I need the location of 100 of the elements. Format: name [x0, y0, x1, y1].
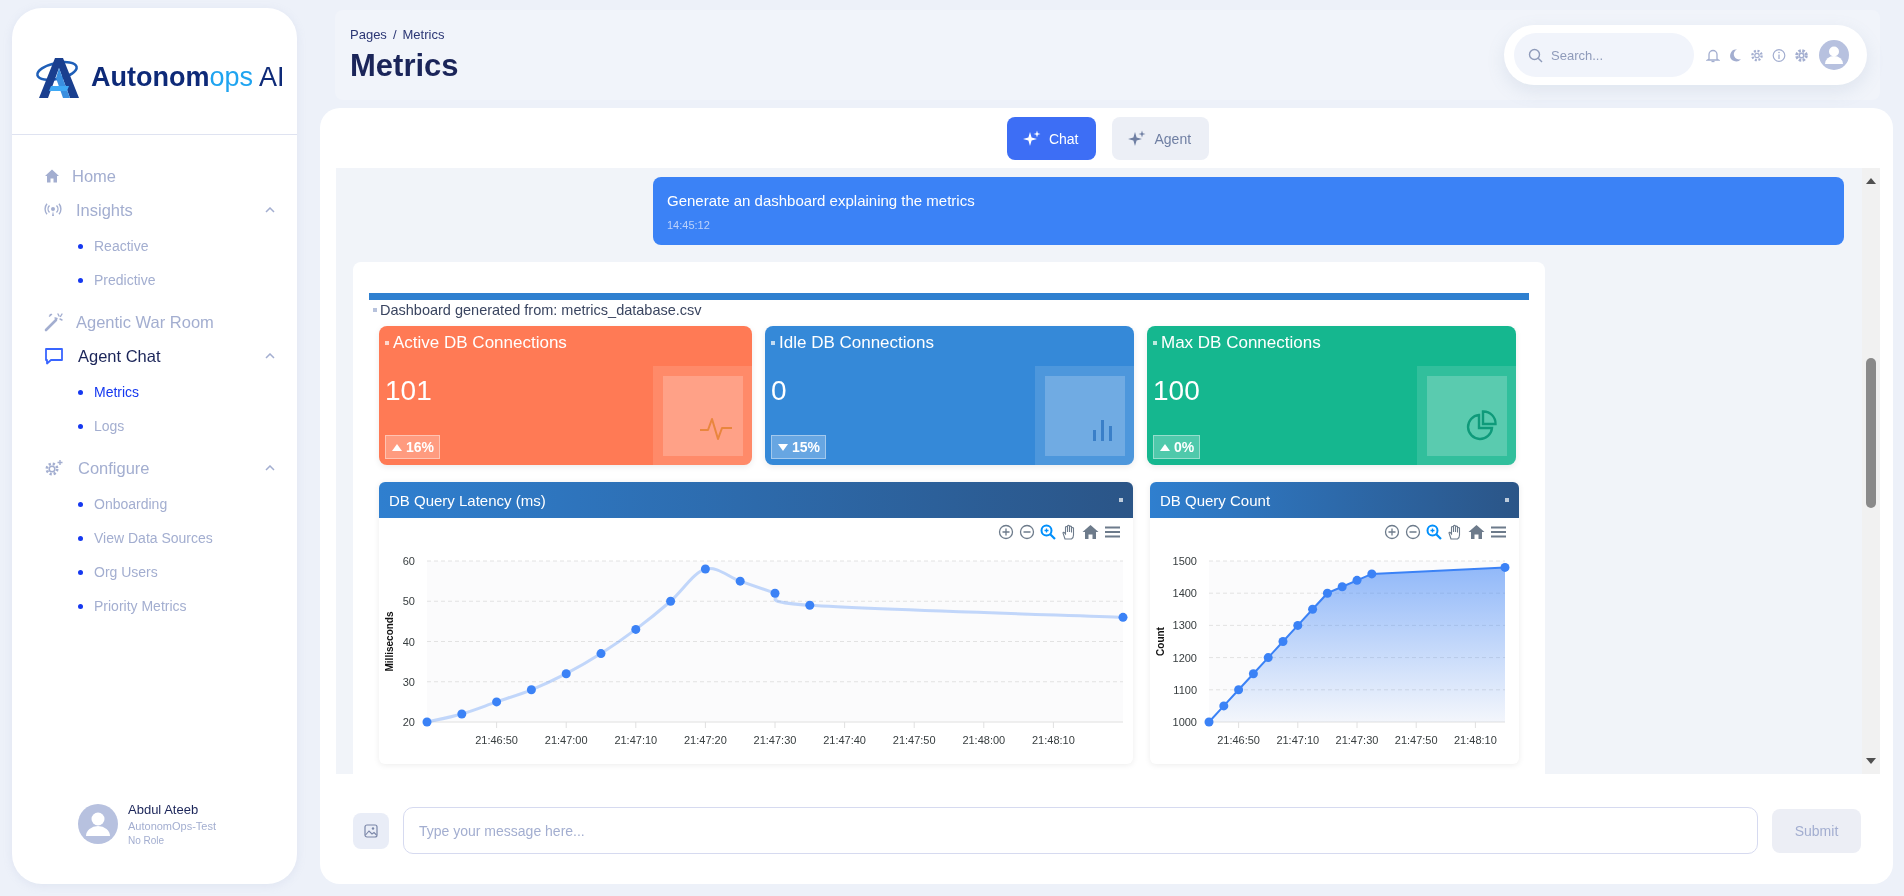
- axis-label: 21:47:10: [614, 734, 658, 746]
- menu-icon[interactable]: [1104, 524, 1121, 540]
- data-point: [1204, 717, 1214, 727]
- axis-title: Milliseconds: [384, 611, 395, 672]
- pulse-icon: [698, 415, 733, 442]
- hand-icon[interactable]: [1447, 524, 1463, 540]
- nav-item[interactable]: Insights: [44, 193, 277, 227]
- axis-label: 21:46:50: [1217, 734, 1260, 746]
- data-point: [770, 588, 780, 598]
- nav-item[interactable]: Home: [44, 159, 277, 193]
- axis-label: 1100: [1173, 683, 1197, 696]
- bullet-icon: [78, 569, 83, 575]
- data-point: [1352, 575, 1362, 585]
- data-point: [1278, 637, 1288, 646]
- message-text: Generate an dashboard explaining the metrics: [667, 192, 976, 209]
- data-point: [1234, 685, 1244, 695]
- tab[interactable]: Agent: [1112, 117, 1210, 160]
- axis-label: 21:48:10: [1454, 734, 1497, 746]
- bullet-icon: [78, 535, 83, 541]
- breadcrumb-link[interactable]: Metrics: [402, 26, 445, 42]
- axis-label: 60: [402, 555, 415, 567]
- data-point: [1248, 669, 1258, 679]
- search-field[interactable]: Search...: [1514, 33, 1694, 77]
- user-org: AutonomOps-Test: [128, 820, 217, 832]
- nav-subitem[interactable]: Reactive: [78, 229, 149, 263]
- kpi-value: 100: [1153, 375, 1201, 407]
- nav-subitem[interactable]: Priority Metrics: [78, 589, 187, 623]
- axis-label: 1400: [1172, 587, 1197, 600]
- axis-label: 20: [402, 716, 415, 728]
- axis-label: 1300: [1172, 619, 1197, 632]
- nav-subitem[interactable]: Metrics: [78, 375, 140, 409]
- bullet-icon: [373, 308, 377, 312]
- data-point: [631, 624, 641, 634]
- change-value: 15%: [792, 439, 821, 455]
- axis-label: 21:47:30: [1335, 734, 1379, 746]
- breadcrumb-separator: /: [392, 26, 397, 42]
- bullet-icon: [78, 603, 83, 609]
- kpi-value: 101: [385, 375, 433, 407]
- nav-subitem[interactable]: Onboarding: [78, 487, 168, 521]
- data-point: [1367, 569, 1377, 579]
- home-icon[interactable]: [1082, 524, 1099, 540]
- zoom-in-icon[interactable]: [1384, 524, 1400, 540]
- bullet-icon: [1153, 341, 1157, 345]
- home-icon[interactable]: [1468, 524, 1485, 540]
- settings-icon[interactable]: [1794, 47, 1809, 63]
- axis-label: 21:47:10: [1276, 734, 1320, 746]
- data-point: [1293, 620, 1303, 630]
- zoom-out-icon[interactable]: [1019, 524, 1035, 540]
- bell-icon[interactable]: [1706, 47, 1720, 63]
- settings-icon[interactable]: [1750, 47, 1764, 63]
- nav-item[interactable]: Agentic War Room: [44, 305, 277, 339]
- user-name: Abdul Ateeb: [128, 802, 200, 817]
- magnifier-icon[interactable]: [1040, 524, 1056, 540]
- page-title: Metrics: [350, 47, 459, 84]
- bullet-icon: [78, 243, 83, 249]
- attach-image-button[interactable]: [353, 812, 389, 849]
- search-icon: [1528, 48, 1543, 63]
- zoom-in-icon[interactable]: [998, 524, 1014, 540]
- axis-label: 21:47:00: [544, 734, 588, 746]
- nav-subitem[interactable]: Logs: [78, 409, 125, 443]
- menu-icon[interactable]: [1490, 524, 1507, 540]
- axis-label: 50: [402, 595, 415, 608]
- kpi-value: 0: [771, 375, 788, 407]
- bullet-icon: [385, 341, 389, 345]
- zoom-out-icon[interactable]: [1405, 524, 1421, 540]
- nav-subitem[interactable]: Org Users: [78, 555, 158, 589]
- nav-item[interactable]: Agent Chat: [44, 339, 277, 373]
- tab[interactable]: Chat: [1006, 117, 1097, 160]
- message-input[interactable]: Type your message here...: [403, 807, 1758, 854]
- bullet-icon: [78, 277, 83, 283]
- magnifier-icon[interactable]: [1426, 524, 1442, 540]
- nav-item[interactable]: Configure: [44, 451, 277, 485]
- axis-label: 21:47:20: [684, 734, 727, 746]
- magic-wand-icon: [44, 312, 64, 332]
- chart-title: DB Query Count: [1160, 491, 1271, 509]
- info-icon[interactable]: [1772, 47, 1786, 63]
- moon-icon[interactable]: [1728, 47, 1742, 63]
- bullet-icon: [78, 423, 83, 429]
- bullet-icon: [78, 389, 83, 395]
- change-value: 16%: [406, 439, 435, 455]
- data-point: [1219, 701, 1229, 711]
- kpi-title: Max DB Connections: [1161, 333, 1321, 353]
- kpi-title: Active DB Connections: [393, 333, 567, 353]
- nav-subitem[interactable]: View Data Sources: [78, 521, 213, 555]
- nav-subitem[interactable]: Predictive: [78, 263, 156, 297]
- data-point: [735, 576, 745, 586]
- bullet-icon: [771, 341, 775, 345]
- data-point: [1263, 653, 1273, 663]
- user-role: No Role: [128, 835, 166, 846]
- breadcrumb-link[interactable]: Pages: [350, 26, 387, 42]
- chat-bubble-icon: [44, 347, 64, 365]
- message-time: 14:45:12: [667, 219, 711, 231]
- axis-label: 21:47:50: [892, 734, 936, 746]
- axis-label: 1500: [1172, 555, 1197, 567]
- logo-text: Autonomops AI: [91, 61, 285, 93]
- hand-icon[interactable]: [1061, 524, 1077, 540]
- bullet-icon: [78, 501, 83, 507]
- gear-icon: [44, 459, 64, 477]
- home-icon: [44, 168, 60, 184]
- bullet-icon: [1505, 498, 1509, 502]
